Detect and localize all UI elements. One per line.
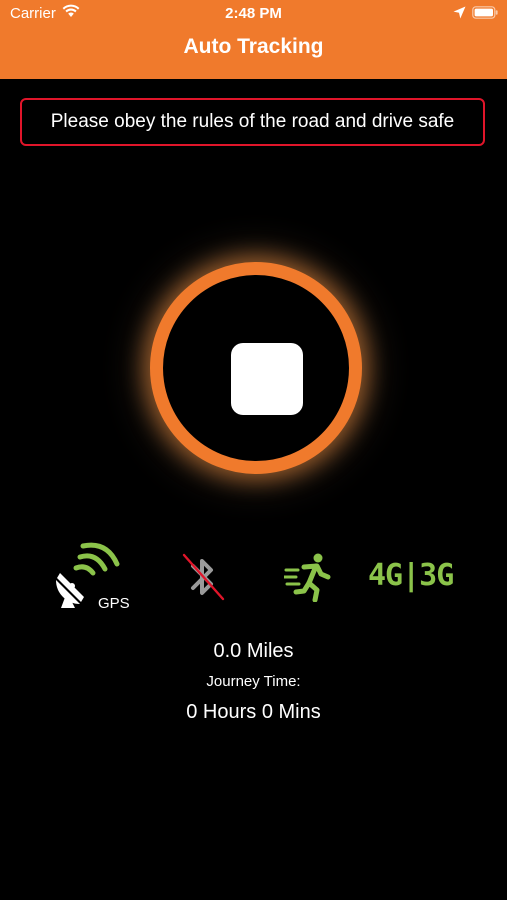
gps-label: GPS (98, 595, 130, 612)
status-indicators: GPS 4G|3G (0, 540, 507, 620)
navigation-bar: Carrier 2:48 PM Auto Tracking (0, 0, 507, 79)
auto-tracking-screen: Carrier 2:48 PM Auto Tracking Please obe… (0, 0, 507, 900)
page-title: Auto Tracking (183, 35, 324, 58)
bluetooth-disabled-icon (182, 553, 225, 601)
running-person-icon (282, 553, 331, 603)
activity-indicator (282, 552, 334, 603)
journey-time-label: Journey Time: (206, 673, 301, 690)
gps-indicator: GPS (52, 542, 136, 614)
safety-notice-text: Please obey the rules of the road and dr… (50, 111, 455, 132)
network-indicator: 4G|3G (368, 558, 456, 594)
status-bar: Carrier 2:48 PM (0, 0, 507, 28)
network-label: 4G|3G (368, 558, 454, 593)
status-time: 2:48 PM (225, 5, 282, 22)
battery-icon (472, 6, 498, 19)
location-arrow-icon (453, 6, 466, 19)
distance-value: 0.0 Miles (213, 640, 294, 662)
safety-notice: Please obey the rules of the road and dr… (20, 98, 485, 146)
journey-time-value: 0 Hours 0 Mins (186, 701, 321, 723)
stop-icon (231, 343, 303, 415)
bluetooth-indicator (180, 550, 226, 604)
stop-tracking-button[interactable] (150, 262, 362, 474)
